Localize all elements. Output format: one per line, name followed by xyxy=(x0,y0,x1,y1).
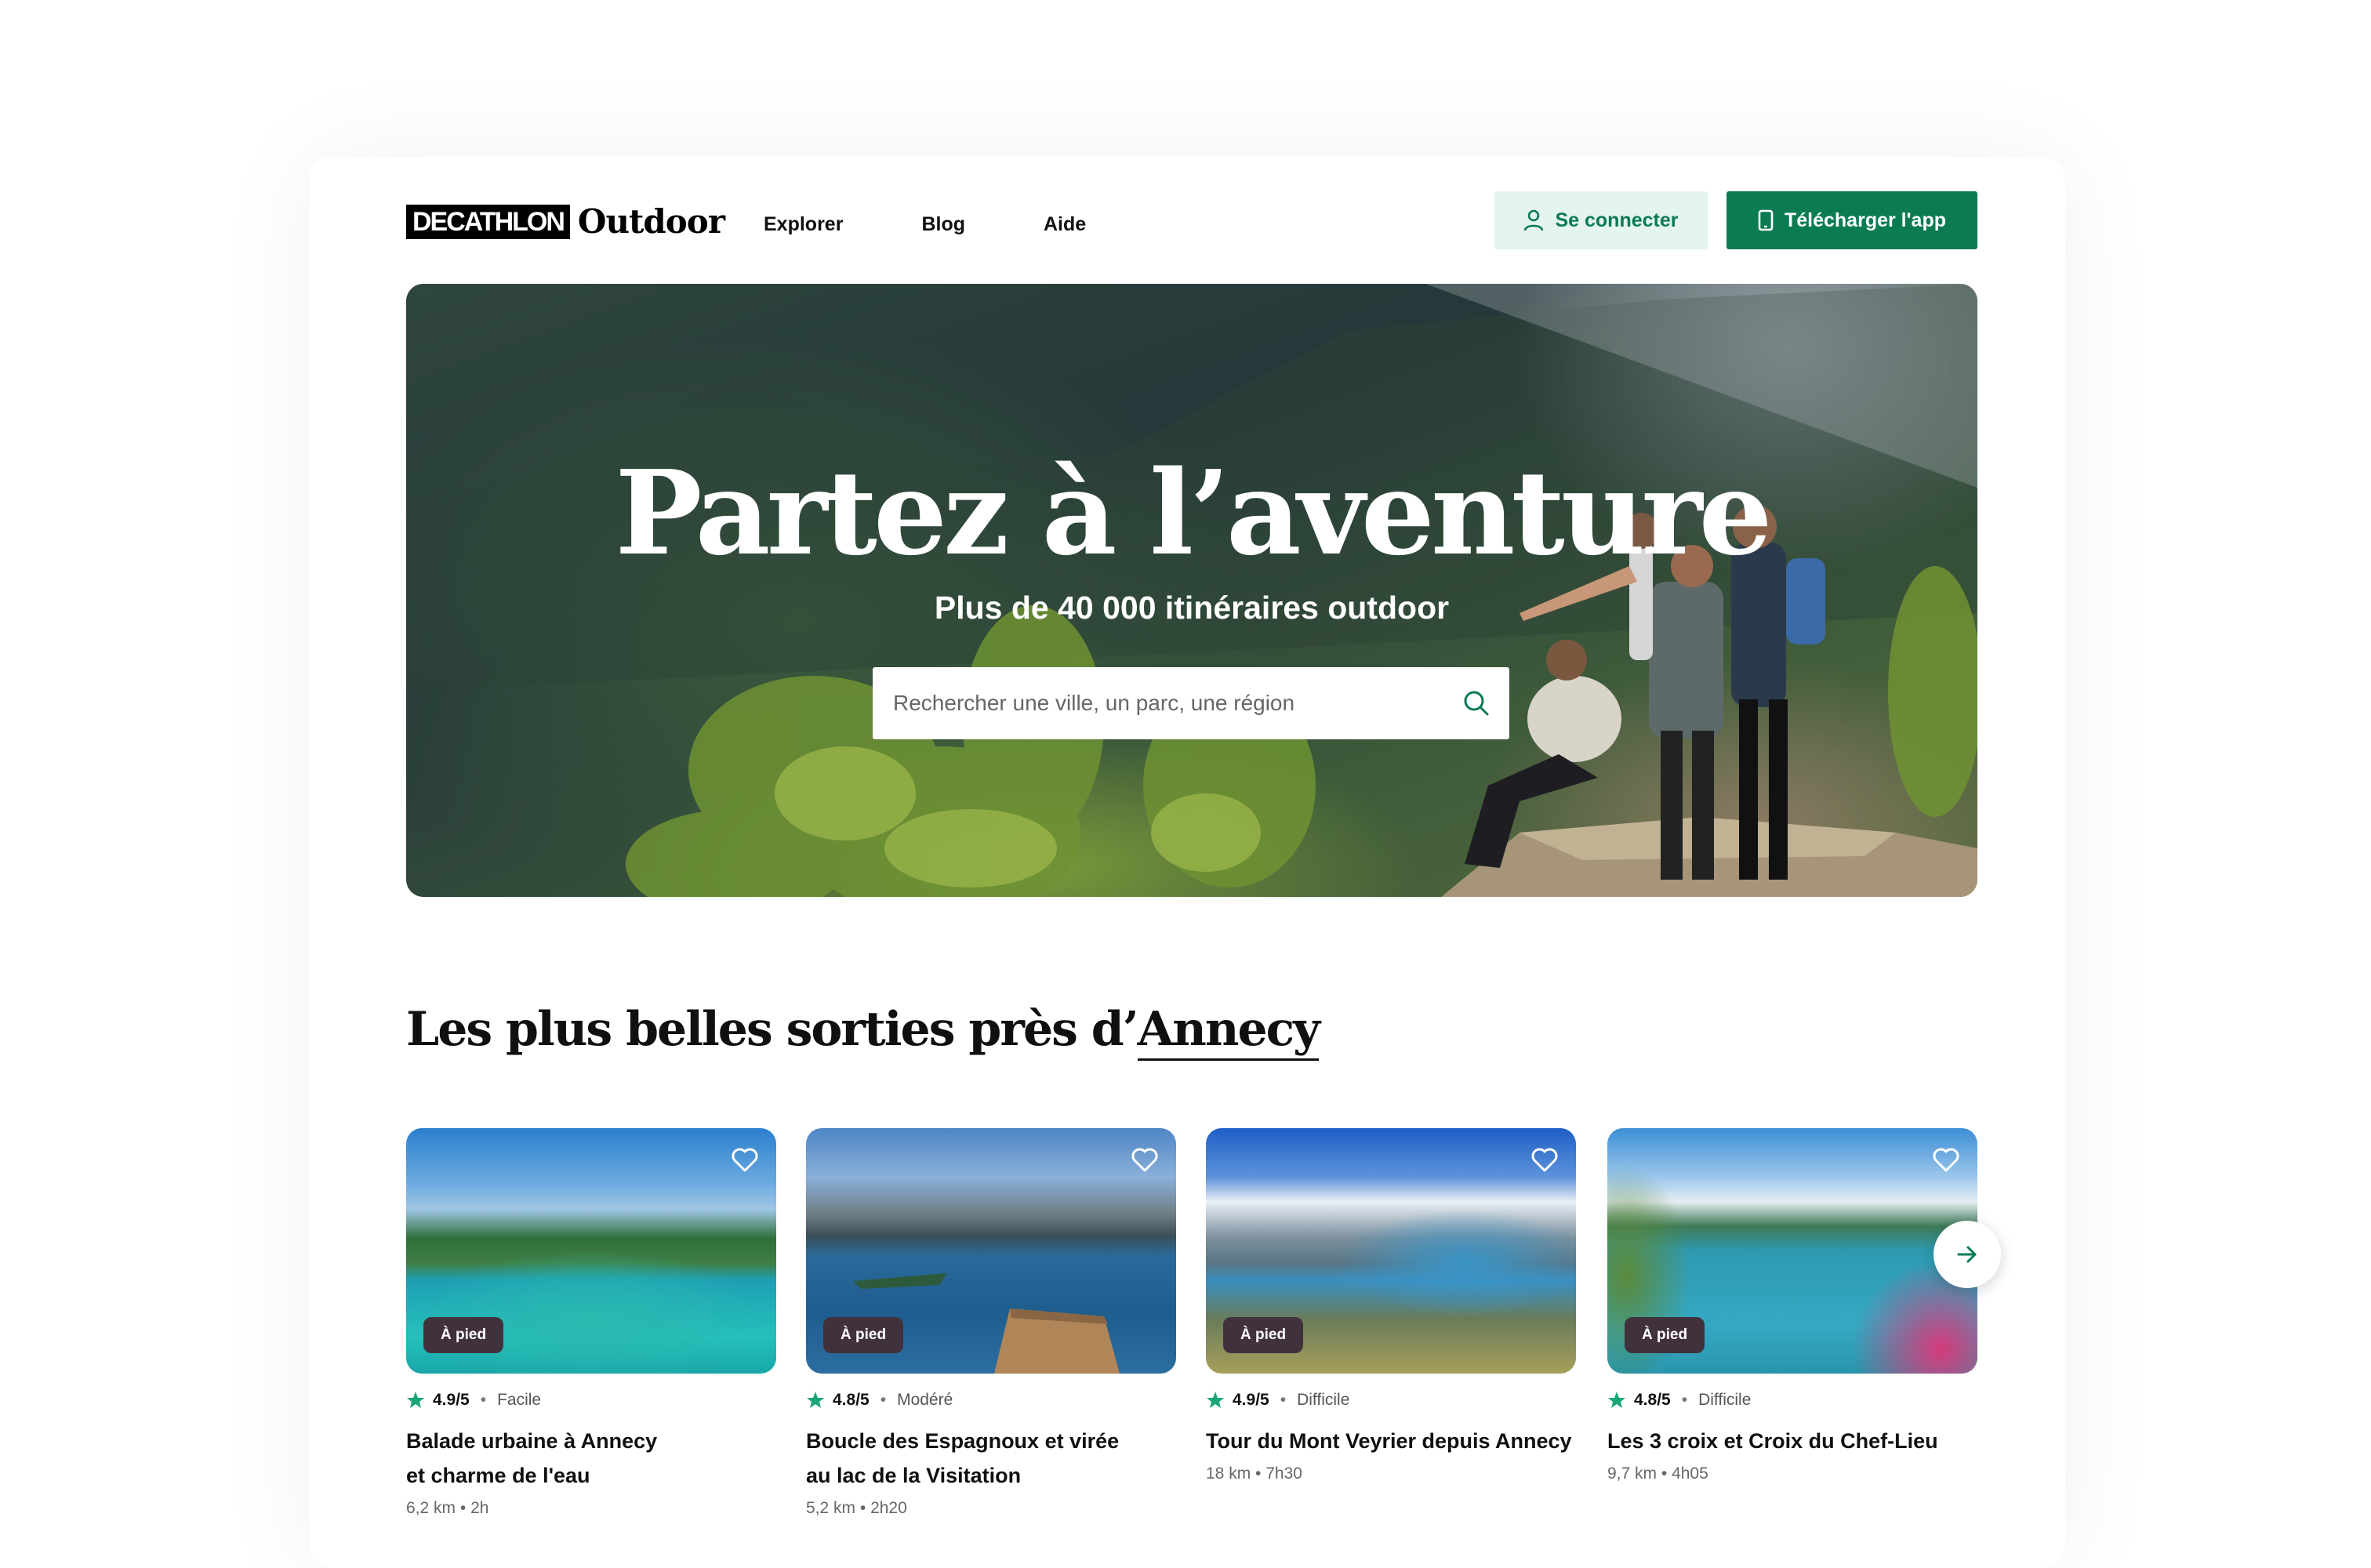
separator-dot: • xyxy=(1280,1391,1287,1409)
route-info: 5,2 km • 2h20 xyxy=(806,1499,1176,1518)
route-name-line2: et charme de l'eau xyxy=(406,1464,590,1487)
route-distance: 9,7 km xyxy=(1607,1465,1658,1483)
route-name[interactable]: Les 3 croix et Croix du Chef-Lieu xyxy=(1607,1424,1977,1458)
hero-subtitle: Plus de 40 000 itinéraires outdoor xyxy=(934,590,1450,626)
route-name[interactable]: Balade urbaine à Annecy et charme de l'e… xyxy=(406,1424,776,1493)
route-duration: 2h20 xyxy=(870,1499,907,1517)
route-rating: 4.8/5 xyxy=(833,1391,870,1409)
activity-badge: À pied xyxy=(823,1317,904,1353)
login-label: Se connecter xyxy=(1555,209,1679,231)
route-duration: 7h30 xyxy=(1265,1465,1302,1483)
route-card[interactable]: À pied 4.9/5 • Difficile Tour du Mont Ve… xyxy=(1206,1128,1576,1483)
login-button[interactable]: Se connecter xyxy=(1494,191,1708,249)
separator-dot: • xyxy=(459,1499,467,1517)
routes-carousel: À pied 4.9/5 • Facile Balade urbaine à A… xyxy=(406,1128,1977,1567)
nav-blog[interactable]: Blog xyxy=(921,213,965,236)
route-info: 9,7 km • 4h05 xyxy=(1607,1465,1977,1483)
star-icon xyxy=(407,1392,424,1408)
route-name[interactable]: Tour du Mont Veyrier depuis Annecy xyxy=(1206,1424,1576,1458)
route-duration: 2h xyxy=(470,1499,489,1517)
route-meta: 4.8/5 • Difficile xyxy=(1607,1391,1977,1410)
separator-dot: • xyxy=(1681,1391,1688,1409)
carousel-next-button[interactable] xyxy=(1933,1221,2001,1288)
page-card: DECATHLON Outdoor Explorer Blog Aide Se … xyxy=(309,157,2065,1568)
hero-banner: Partez à l’aventure Plus de 40 000 itiné… xyxy=(406,284,1977,897)
route-image: À pied xyxy=(1206,1128,1576,1374)
download-app-label: Télécharger l'app xyxy=(1784,209,1947,231)
route-card[interactable]: À pied 4.9/5 • Facile Balade urbaine à A… xyxy=(406,1128,776,1518)
route-distance: 5,2 km xyxy=(806,1499,856,1517)
logo[interactable]: DECATHLON Outdoor xyxy=(406,202,725,241)
heart-icon[interactable] xyxy=(1530,1147,1559,1172)
logo-product: Outdoor xyxy=(577,202,725,241)
route-rating: 4.8/5 xyxy=(1634,1391,1671,1409)
route-name[interactable]: Boucle des Espagnoux et virée au lac de … xyxy=(806,1424,1176,1493)
activity-badge: À pied xyxy=(423,1317,504,1353)
route-distance: 18 km xyxy=(1206,1465,1251,1483)
heart-icon[interactable] xyxy=(1932,1147,1960,1172)
download-app-button[interactable]: Télécharger l'app xyxy=(1727,191,1977,249)
route-meta: 4.9/5 • Facile xyxy=(406,1391,776,1410)
activity-badge: À pied xyxy=(1625,1317,1705,1353)
activity-badge: À pied xyxy=(1223,1317,1304,1353)
route-name-line1: Boucle des Espagnoux et virée xyxy=(806,1429,1120,1453)
separator-dot: • xyxy=(480,1391,487,1409)
search-input[interactable] xyxy=(891,690,1462,717)
separator-dot: • xyxy=(1661,1465,1668,1483)
route-name-line1: Balade urbaine à Annecy xyxy=(406,1429,658,1453)
user-icon xyxy=(1524,209,1544,231)
route-distance: 6,2 km xyxy=(406,1499,456,1517)
route-name-line1: Les 3 croix et Croix du Chef-Lieu xyxy=(1607,1429,1938,1453)
route-meta: 4.9/5 • Difficile xyxy=(1206,1391,1576,1410)
route-name-line2: au lac de la Visitation xyxy=(806,1464,1022,1487)
phone-icon xyxy=(1758,209,1774,231)
route-rating: 4.9/5 xyxy=(433,1391,470,1409)
star-icon xyxy=(807,1392,824,1408)
star-icon xyxy=(1207,1392,1224,1408)
city-selector[interactable]: Annecy xyxy=(1137,1002,1320,1061)
arrow-right-icon xyxy=(1957,1246,1977,1263)
route-image: À pied xyxy=(806,1128,1176,1374)
separator-dot: • xyxy=(859,1499,866,1517)
star-icon xyxy=(1608,1392,1625,1408)
nav-explorer[interactable]: Explorer xyxy=(764,213,843,236)
main-nav: Explorer Blog Aide xyxy=(764,213,1164,236)
route-info: 18 km • 7h30 xyxy=(1206,1465,1576,1483)
route-rating: 4.9/5 xyxy=(1233,1391,1269,1409)
route-name-line1: Tour du Mont Veyrier depuis Annecy xyxy=(1206,1429,1572,1453)
nav-aide[interactable]: Aide xyxy=(1044,213,1086,236)
hero-title: Partez à l’aventure xyxy=(615,445,1772,581)
separator-dot: • xyxy=(880,1391,887,1409)
route-image: À pied xyxy=(406,1128,776,1374)
route-image: À pied xyxy=(1607,1128,1977,1374)
section-title-prefix: Les plus belles sorties près d’ xyxy=(406,1002,1139,1057)
route-difficulty: Difficile xyxy=(1297,1391,1350,1409)
route-meta: 4.8/5 • Modéré xyxy=(806,1391,1176,1410)
separator-dot: • xyxy=(1255,1465,1262,1483)
route-info: 6,2 km • 2h xyxy=(406,1499,776,1518)
route-difficulty: Difficile xyxy=(1698,1391,1752,1409)
route-card[interactable]: À pied 4.8/5 • Difficile Les 3 croix et … xyxy=(1607,1128,1977,1483)
route-duration: 4h05 xyxy=(1672,1465,1708,1483)
route-card[interactable]: À pied 4.8/5 • Modéré Boucle des Espagno… xyxy=(806,1128,1176,1518)
heart-icon[interactable] xyxy=(1131,1147,1159,1172)
route-difficulty: Facile xyxy=(497,1391,542,1409)
search-bar xyxy=(873,667,1509,739)
search-icon[interactable] xyxy=(1462,689,1490,717)
heart-icon[interactable] xyxy=(731,1147,759,1172)
logo-brand: DECATHLON xyxy=(406,204,570,239)
route-difficulty: Modéré xyxy=(897,1391,953,1409)
section-title: Les plus belles sorties près d’Annecy xyxy=(406,1002,1320,1061)
